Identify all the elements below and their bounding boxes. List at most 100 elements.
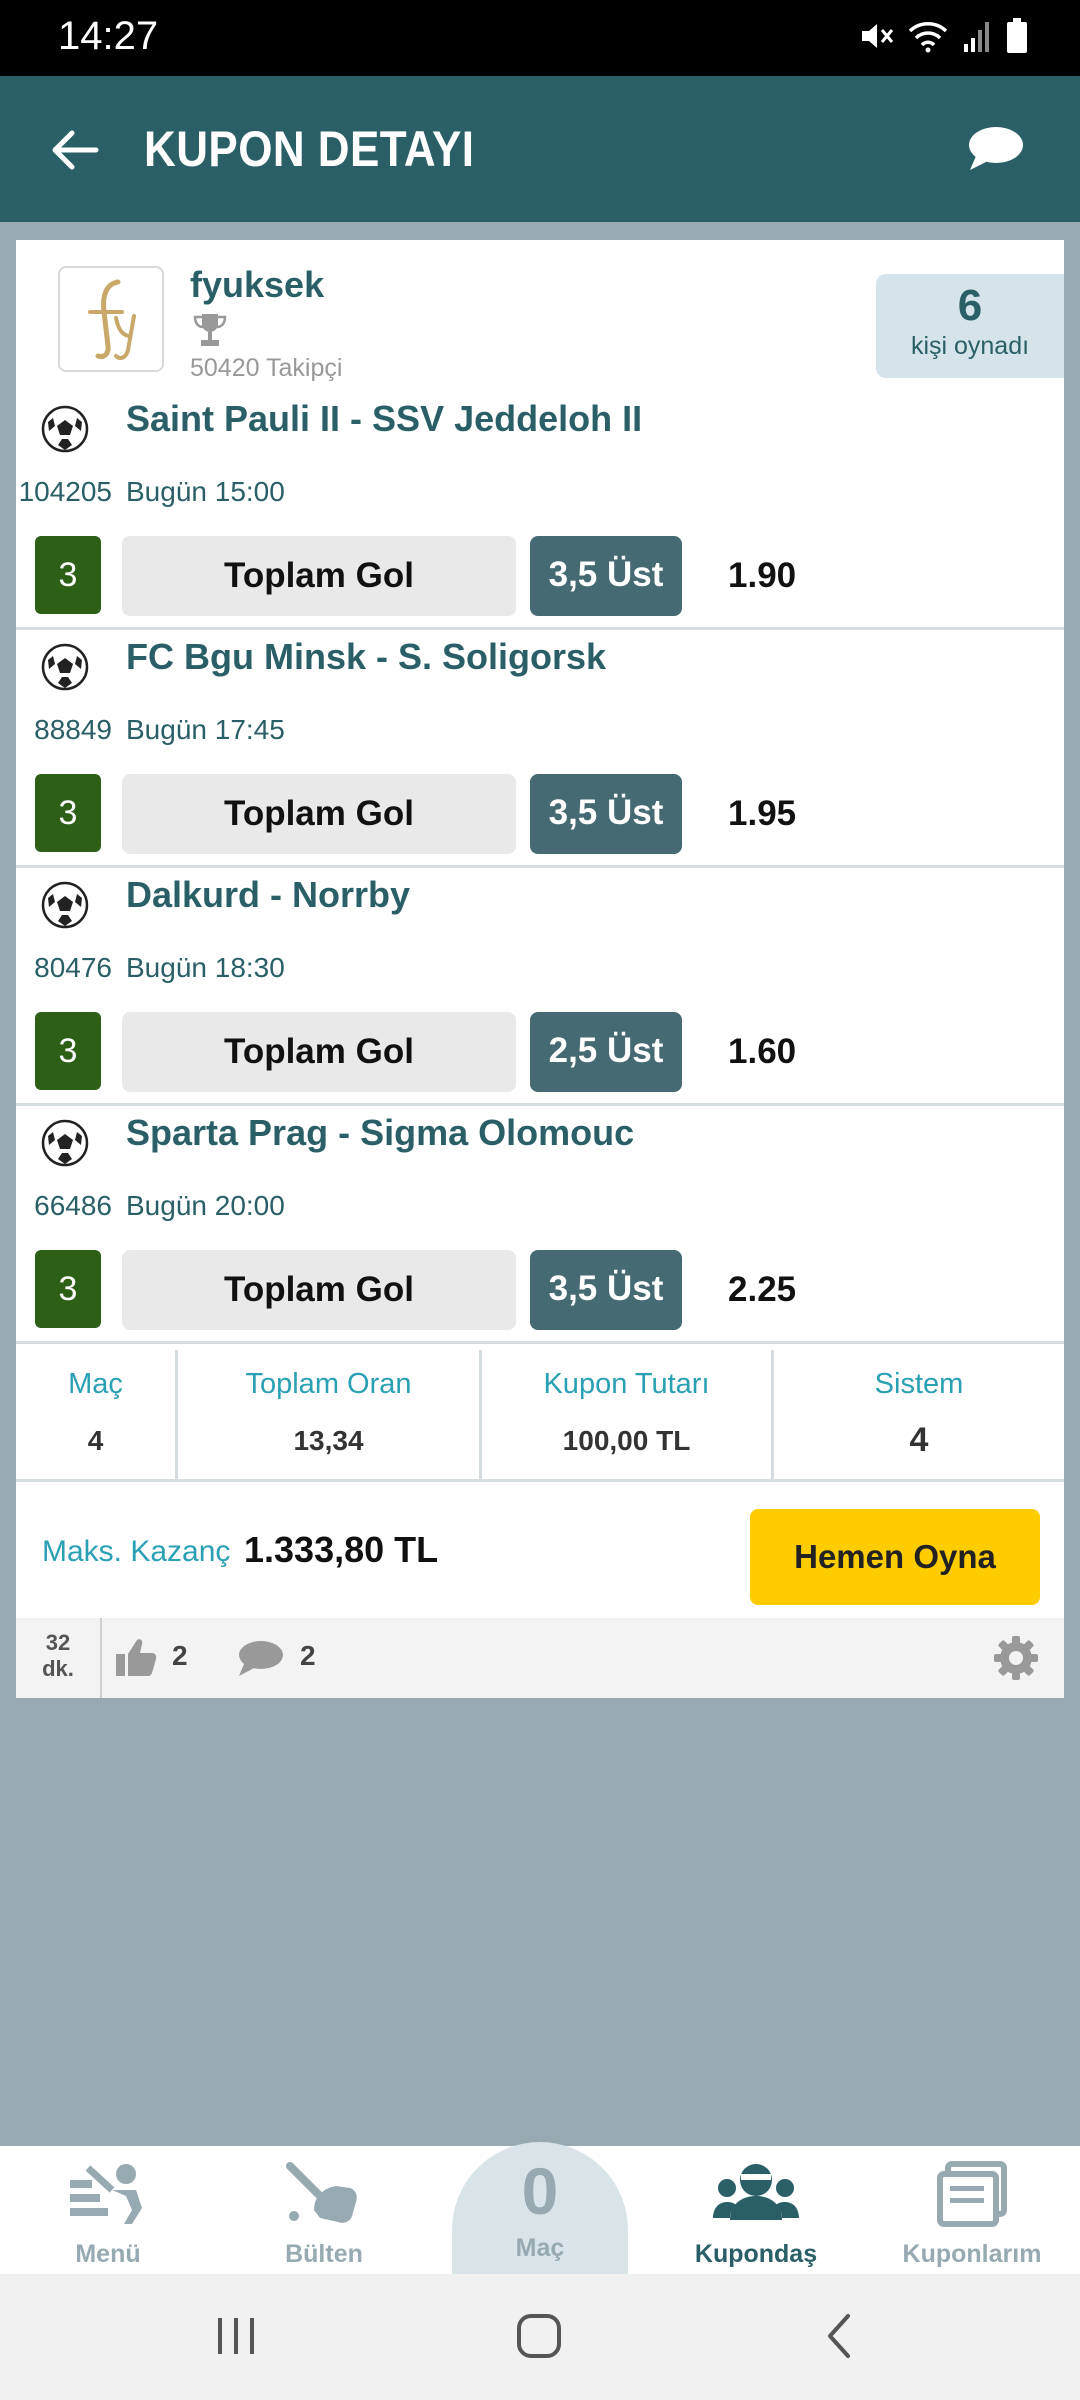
followers-count: 50420 Takipçi — [190, 354, 343, 382]
odd-value: 2.25 — [728, 1270, 797, 1309]
play-now-button[interactable]: Hemen Oyna — [750, 1509, 1040, 1605]
post-age-unit: dk. — [42, 1656, 74, 1681]
football-icon — [41, 643, 89, 691]
nav-label: Kupondaş — [694, 2240, 818, 2268]
mbs-badge: 3 — [35, 1250, 101, 1328]
odd-value: 1.95 — [728, 794, 797, 833]
market-label: Toplam Gol — [122, 1012, 516, 1092]
match-row[interactable]: FC Bgu Minsk - S. Soligorsk 88849 Bugün … — [16, 630, 1064, 868]
user-row: fyuksek 50420 Takipçi 6 kişi oynadı — [16, 240, 1064, 390]
max-winnings-row: Maks. Kazanç 1.333,80 TL Hemen Oyna — [16, 1485, 1064, 1615]
match-teams: FC Bgu Minsk - S. Soligorsk — [126, 636, 607, 677]
nav-kuponlarim[interactable]: Kuponlarım — [872, 2146, 1072, 2274]
summary-value: 13,34 — [293, 1425, 364, 1456]
summary-label: Maç — [68, 1368, 123, 1400]
chat-icon[interactable] — [966, 124, 1024, 174]
mute-icon — [862, 24, 894, 48]
summary-sistem: Sistem 4 — [774, 1350, 1064, 1482]
status-icons — [858, 18, 1028, 54]
like-icon[interactable] — [114, 1636, 158, 1678]
battery-icon — [1007, 18, 1027, 53]
market-label: Toplam Gol — [122, 1250, 516, 1330]
bulletin-icon — [286, 2162, 357, 2223]
odd-value: 1.60 — [728, 1032, 797, 1071]
gear-icon[interactable] — [992, 1634, 1040, 1682]
summary-value: 4 — [909, 1421, 929, 1459]
recent-apps-icon[interactable] — [212, 2312, 262, 2360]
like-count: 2 — [172, 1640, 188, 1671]
summary-label: Sistem — [874, 1368, 964, 1400]
social-row: 32 dk. 2 2 — [16, 1618, 1064, 1698]
football-icon — [41, 881, 89, 929]
match-time: Bugün 18:30 — [126, 952, 285, 983]
nav-mac[interactable]: 0 Maç — [452, 2142, 628, 2278]
match-teams: Saint Pauli II - SSV Jeddeloh II — [126, 398, 643, 439]
match-code: 104205 — [18, 476, 112, 507]
post-age: 32 dk. — [16, 1618, 102, 1698]
trophy-icon — [193, 314, 227, 346]
match-time: Bugün 15:00 — [126, 476, 285, 507]
summary-tutar: Kupon Tutarı 100,00 TL — [482, 1350, 774, 1482]
pick-badge: 3,5 Üst — [530, 774, 682, 854]
match-time: Bugün 17:45 — [126, 714, 285, 745]
players-label: kişi oynadı — [910, 332, 1030, 360]
nav-label: Kuponlarım — [902, 2240, 1042, 2268]
wifi-icon — [908, 22, 948, 53]
back-nav-icon[interactable] — [816, 2312, 866, 2360]
nav-bulten[interactable]: Bülten — [224, 2146, 424, 2274]
fy-logo-icon — [88, 279, 136, 360]
menu-icon — [70, 2164, 142, 2224]
username[interactable]: fyuksek — [190, 264, 324, 306]
summary-label: Toplam Oran — [245, 1368, 412, 1400]
mbs-badge: 3 — [35, 1012, 101, 1090]
nav-label: Menü — [75, 2240, 141, 2268]
match-row[interactable]: Saint Pauli II - SSV Jeddeloh II 104205 … — [16, 392, 1064, 630]
match-row[interactable]: Dalkurd - Norrby 80476 Bugün 18:30 3 Top… — [16, 868, 1064, 1106]
players-count: 6 — [957, 281, 983, 330]
market-label: Toplam Gol — [122, 536, 516, 616]
coupon-summary: Maç 4 Toplam Oran 13,34 Kupon Tutarı 100… — [16, 1350, 1064, 1482]
coupons-icon — [937, 2161, 1007, 2227]
mbs-badge: 3 — [35, 774, 101, 852]
coupon-card: fyuksek 50420 Takipçi 6 kişi oynadı Sain… — [16, 240, 1064, 1698]
nav-kupondas[interactable]: Kupondaş — [656, 2146, 856, 2274]
post-age-value: 32 — [45, 1630, 71, 1655]
nav-menu[interactable]: Menü — [8, 2146, 208, 2274]
summary-mac: Maç 4 — [16, 1350, 178, 1482]
match-teams: Dalkurd - Norrby — [126, 874, 411, 915]
pick-badge: 3,5 Üst — [530, 536, 682, 616]
pick-badge: 3,5 Üst — [530, 1250, 682, 1330]
user-avatar[interactable] — [58, 266, 164, 372]
page-title: KUPON DETAYI — [144, 121, 475, 177]
summary-label: Kupon Tutarı — [543, 1368, 710, 1400]
back-arrow-icon[interactable] — [48, 124, 100, 176]
football-icon — [41, 405, 89, 453]
match-code: 80476 — [34, 952, 112, 983]
match-code: 88849 — [34, 714, 112, 745]
summary-value: 4 — [87, 1425, 104, 1456]
comment-icon[interactable] — [236, 1638, 284, 1678]
community-icon — [713, 2164, 799, 2220]
match-time: Bugün 20:00 — [126, 1190, 285, 1221]
max-winnings-label: Maks. Kazanç — [42, 1535, 231, 1568]
selected-match-count: 0 — [521, 2154, 559, 2228]
comment-count: 2 — [300, 1640, 316, 1671]
nav-label: Bülten — [285, 2240, 363, 2268]
mbs-badge: 3 — [35, 536, 101, 614]
nav-label: Maç — [515, 2234, 565, 2262]
match-row[interactable]: Sparta Prag - Sigma Olomouc 66486 Bugün … — [16, 1106, 1064, 1344]
app-bar: KUPON DETAYI — [0, 76, 1080, 222]
summary-oran: Toplam Oran 13,34 — [178, 1350, 482, 1482]
status-time: 14:27 — [58, 14, 159, 58]
players-count-badge: 6 kişi oynadı — [876, 274, 1064, 378]
signal-icon — [964, 22, 989, 52]
match-code: 66486 — [34, 1190, 112, 1221]
system-nav-bar — [0, 2274, 1080, 2400]
status-bar: 14:27 — [0, 0, 1080, 76]
bottom-nav: Menü Bülten 0 Maç Kupondaş Kuponlarım — [0, 2142, 1080, 2278]
match-teams: Sparta Prag - Sigma Olomouc — [126, 1112, 635, 1153]
pick-badge: 2,5 Üst — [530, 1012, 682, 1092]
summary-value: 100,00 TL — [562, 1425, 691, 1456]
odd-value: 1.90 — [728, 556, 797, 595]
home-icon[interactable] — [514, 2312, 564, 2360]
